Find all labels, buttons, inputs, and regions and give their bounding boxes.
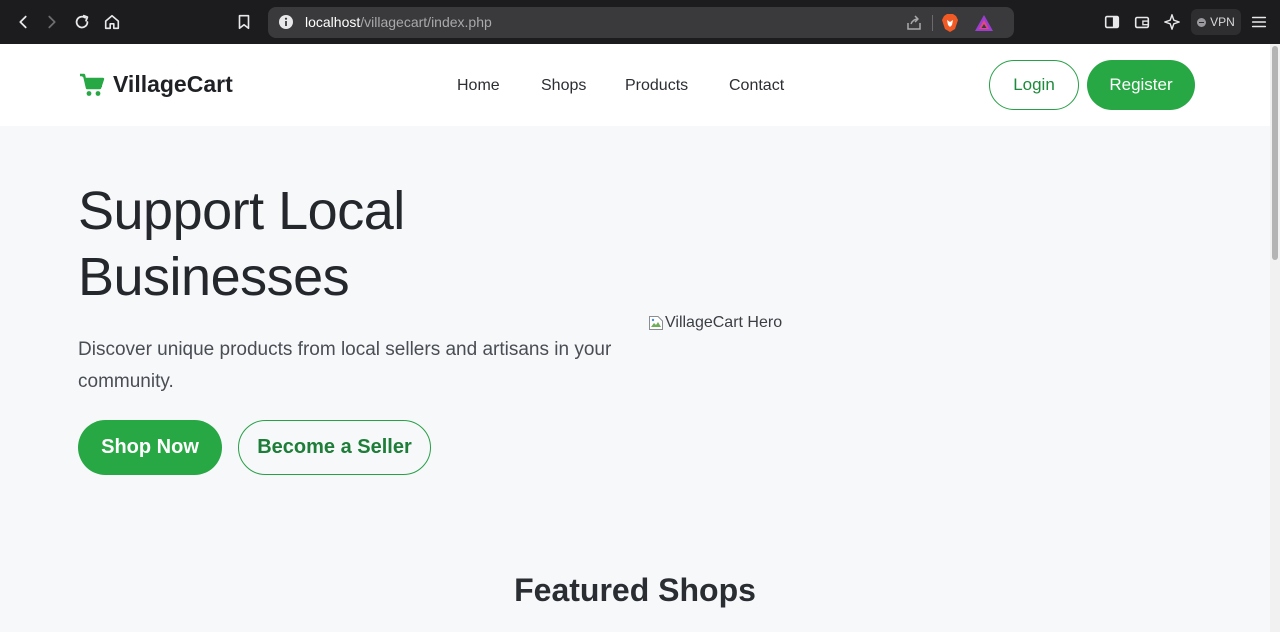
info-icon[interactable]	[278, 14, 294, 30]
url-host: localhost	[305, 14, 361, 30]
address-bar[interactable]: localhost/villagecart/index.php	[268, 7, 1014, 38]
home-icon[interactable]	[101, 11, 123, 33]
cart-icon	[80, 73, 105, 96]
address-separator	[932, 15, 933, 31]
back-icon[interactable]	[12, 11, 34, 33]
hero-subtitle: Discover unique products from local sell…	[78, 339, 612, 392]
nav-products[interactable]: Products	[625, 77, 688, 95]
shop-now-button[interactable]: Shop Now	[78, 420, 222, 475]
reload-icon[interactable]	[71, 11, 93, 33]
menu-icon[interactable]	[1248, 11, 1270, 33]
page-scrollbar[interactable]	[1270, 44, 1280, 632]
wallet-icon[interactable]	[1131, 11, 1153, 33]
url-path: /villagecart/index.php	[360, 14, 492, 30]
forward-icon[interactable]	[41, 11, 63, 33]
hero-title: Support Local Businesses	[78, 178, 405, 310]
brave-shield-icon[interactable]	[941, 13, 959, 33]
scrollbar-thumb[interactable]	[1272, 46, 1278, 260]
vpn-status-icon	[1197, 17, 1207, 27]
nav-home[interactable]: Home	[457, 77, 500, 95]
broken-image-icon	[649, 316, 663, 330]
site-navbar: VillageCart Home Shops Products Contact …	[0, 44, 1270, 126]
register-button[interactable]: Register	[1087, 60, 1195, 110]
brand-name: VillageCart	[113, 71, 233, 97]
share-icon[interactable]	[905, 14, 923, 32]
nav-shops[interactable]: Shops	[541, 77, 586, 95]
hero-title-line2: Businesses	[78, 247, 350, 307]
rewards-icon[interactable]	[974, 14, 994, 32]
login-button[interactable]: Login	[989, 60, 1079, 110]
become-seller-button[interactable]: Become a Seller	[238, 420, 431, 475]
featured-shops-heading: Featured Shops	[514, 572, 756, 608]
url-text[interactable]: localhost/villagecart/index.php	[305, 14, 492, 30]
hero-image: VillageCart Hero	[648, 314, 782, 332]
bookmark-icon[interactable]	[233, 11, 255, 33]
leo-ai-icon[interactable]	[1161, 11, 1183, 33]
vpn-button[interactable]: VPN	[1191, 9, 1241, 35]
browser-toolbar: localhost/villagecart/index.php VPN	[0, 0, 1280, 44]
vpn-label: VPN	[1210, 15, 1235, 29]
nav-contact[interactable]: Contact	[729, 77, 784, 95]
hero-image-alt: VillageCart Hero	[665, 314, 783, 331]
brand-link[interactable]: VillageCart	[79, 71, 233, 98]
sidebar-icon[interactable]	[1101, 11, 1123, 33]
hero-title-line1: Support Local	[78, 181, 405, 241]
